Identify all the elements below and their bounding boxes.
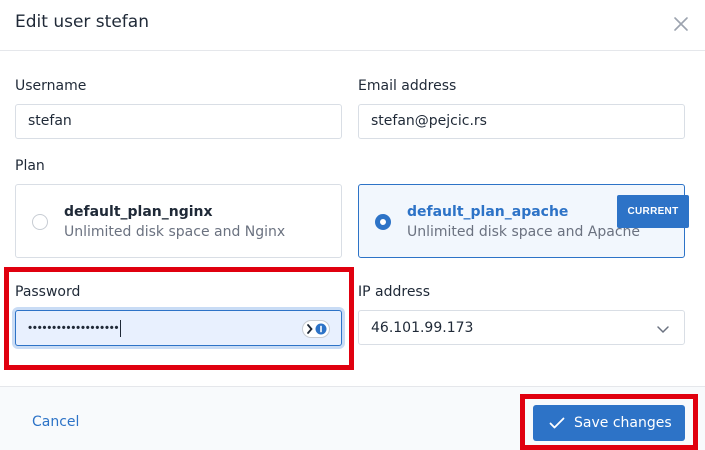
- check-icon: [549, 416, 565, 434]
- plan-description: Unlimited disk space and Nginx: [64, 224, 286, 240]
- email-label: Email address: [358, 78, 457, 94]
- plan-name: default_plan_apache: [407, 204, 569, 220]
- plan-name: default_plan_nginx: [64, 204, 213, 220]
- dialog-title: Edit user stefan: [15, 12, 149, 32]
- radio-icon[interactable]: [32, 214, 48, 230]
- save-changes-button[interactable]: Save changes: [533, 405, 685, 441]
- password-value: •••••••••••••••••••: [28, 320, 122, 337]
- dialog-header: Edit user stefan: [0, 0, 705, 51]
- text-caret: [120, 320, 122, 337]
- current-plan-badge: CURRENT: [617, 195, 689, 228]
- plan-description: Unlimited disk space and Apache: [407, 224, 641, 240]
- password-input[interactable]: •••••••••••••••••••: [15, 310, 342, 346]
- save-changes-label: Save changes: [574, 415, 672, 431]
- password-label: Password: [15, 284, 81, 300]
- plan-label: Plan: [15, 158, 45, 174]
- ip-address-select[interactable]: 46.101.99.173: [358, 310, 685, 345]
- email-input[interactable]: stefan@pejcic.rs: [358, 104, 685, 139]
- chevron-down-icon: [656, 322, 670, 341]
- ip-address-label: IP address: [358, 284, 431, 300]
- username-input[interactable]: stefan: [15, 104, 342, 139]
- radio-selected-icon[interactable]: [375, 214, 391, 230]
- close-icon[interactable]: [671, 14, 691, 34]
- password-manager-icon[interactable]: [302, 320, 330, 338]
- plan-option-nginx[interactable]: default_plan_nginx Unlimited disk space …: [15, 184, 342, 258]
- ip-address-value: 46.101.99.173: [371, 320, 474, 336]
- username-label: Username: [15, 78, 87, 94]
- cancel-button[interactable]: Cancel: [32, 414, 79, 430]
